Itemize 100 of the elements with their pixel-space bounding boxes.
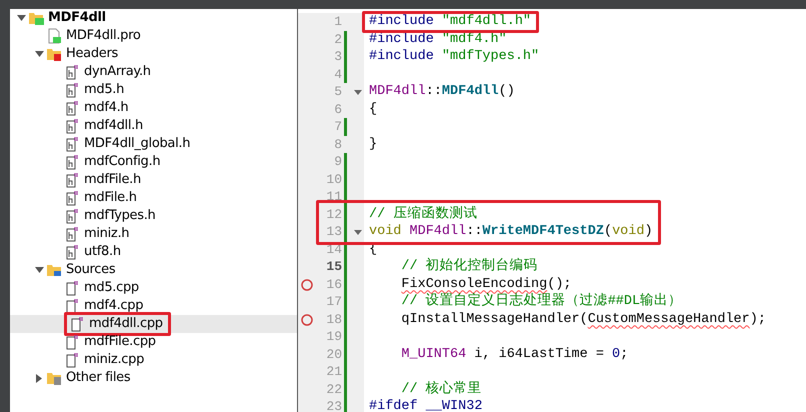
header-file-icon: [64, 172, 80, 188]
tree-item[interactable]: mdf4.h: [10, 99, 297, 117]
tree-label: mdf4.h: [84, 99, 128, 117]
code-line: // 压缩函数测试: [368, 206, 478, 223]
tree-label: MDF4dll_global.h: [84, 135, 190, 153]
tree-item[interactable]: mdfTypes.h: [10, 207, 297, 225]
tree-item[interactable]: miniz.h: [10, 225, 297, 243]
line-number: 1: [333, 13, 342, 31]
folder-icon: [46, 370, 62, 386]
line-number: 21: [325, 363, 342, 381]
code-line: FixConsoleEncoding();: [400, 276, 572, 292]
expand-arrow-icon[interactable]: [34, 51, 44, 57]
header-folder-icon: [46, 46, 62, 62]
code-line: void MDF4dll::WriteMDF4TestDZ(void): [368, 223, 653, 240]
tree-item[interactable]: mdFile.h: [10, 189, 297, 207]
project-folder-icon: [28, 10, 44, 26]
tree-item[interactable]: mdfFile.h: [10, 171, 297, 189]
tree-item[interactable]: mdf4dll.cpp: [10, 315, 297, 333]
line-number: 6: [333, 100, 342, 118]
line-number: 2: [333, 30, 342, 48]
tree-item[interactable]: MDF4dll.pro: [10, 27, 297, 45]
code-line: #ifdef __WIN32: [368, 398, 482, 412]
line-number: 7: [333, 118, 342, 136]
line-number: 14: [325, 240, 342, 258]
line-number: 3: [333, 48, 342, 66]
tree-item[interactable]: miniz.cpp: [10, 351, 297, 369]
expand-arrow-icon[interactable]: [34, 267, 44, 273]
code-line: #include "mdf4.h": [368, 30, 507, 48]
tree-item[interactable]: mdf4dll.h: [10, 117, 297, 135]
code-line: #include "mdfTypes.h": [368, 48, 540, 66]
tree-item[interactable]: mdfFile.cpp: [10, 333, 297, 351]
line-number: 18: [325, 310, 342, 328]
tree-item[interactable]: dynArray.h: [10, 63, 297, 81]
header-file-icon: [64, 82, 80, 98]
tree-label: mdfTypes.h: [84, 207, 156, 225]
source-file-icon: [64, 352, 80, 368]
tree-item[interactable]: utf8.h: [10, 243, 297, 261]
line-number: 10: [325, 170, 342, 188]
line-number: 15: [325, 258, 342, 276]
collapse-arrow-icon[interactable]: [36, 374, 42, 382]
source-file-icon: [64, 298, 80, 314]
code-line: M_UINT64 i, i64LastTime = 0;: [400, 346, 628, 363]
code-line: {: [368, 100, 378, 118]
header-file-icon: [64, 136, 80, 152]
tree-item[interactable]: md5.h: [10, 81, 297, 99]
header-file-icon: [64, 244, 80, 260]
line-number: 17: [325, 293, 342, 311]
tree-item[interactable]: MDF4dll_global.h: [10, 135, 297, 153]
line-number: 4: [333, 66, 342, 84]
source-file-icon: [64, 280, 80, 296]
source-file-icon: [69, 316, 85, 332]
breakpoint-icon[interactable]: [301, 278, 313, 290]
line-number: 19: [325, 328, 342, 346]
project-file-icon: [46, 28, 62, 44]
source-file-icon: [64, 334, 80, 350]
tree-label: mdfFile.h: [84, 171, 141, 189]
header-file-icon: [64, 190, 80, 206]
line-number: 11: [325, 188, 342, 206]
line-number: 16: [325, 276, 342, 294]
header-file-icon: [64, 64, 80, 80]
code-line: // 核心常里: [400, 380, 482, 398]
source-folder-icon: [46, 262, 62, 278]
line-number: 9: [333, 153, 342, 171]
header-file-icon: [64, 100, 80, 116]
tree-label: mdf4dll.cpp: [89, 315, 163, 333]
header-file-icon: [64, 118, 80, 134]
tree-label: mdf4.cpp: [84, 297, 144, 315]
tree-label: md5.cpp: [84, 279, 139, 297]
line-number: 23: [325, 398, 342, 412]
code-line: #include "mdf4dll.h": [368, 13, 532, 30]
tree-label: utf8.h: [84, 243, 121, 261]
tree-label: Sources: [66, 261, 116, 279]
header-file-icon: [64, 226, 80, 242]
tree-label: Other files: [66, 369, 130, 387]
tree-label: mdfFile.cpp: [84, 333, 156, 351]
tree-label: mdFile.h: [84, 189, 137, 207]
breakpoint-icon[interactable]: [301, 314, 313, 326]
tree-label: miniz.h: [84, 225, 130, 243]
code-line: qInstallMessageHandler(CustomMessageHandler);: [400, 310, 766, 328]
tree-label: mdf4dll.h: [84, 117, 143, 135]
expand-arrow-icon[interactable]: [16, 15, 26, 21]
tree-label: miniz.cpp: [84, 351, 144, 369]
tree-item[interactable]: mdf4.cpp: [10, 297, 297, 315]
header-file-icon: [64, 154, 80, 170]
line-number: 13: [325, 223, 342, 241]
line-number: 5: [333, 83, 342, 101]
code-line: // 初始化控制台编码: [400, 258, 538, 276]
header-file-icon: [64, 208, 80, 224]
tree-label: dynArray.h: [84, 63, 151, 81]
line-number: 22: [325, 380, 342, 398]
code-line: // 设置自定义日志处理器（过滤##DL输出）: [400, 293, 682, 310]
line-number: 8: [333, 136, 342, 154]
code-line: MDF4dll::MDF4dll(): [368, 83, 515, 100]
tree-item[interactable]: md5.cpp: [10, 279, 297, 297]
line-number: 12: [325, 206, 342, 224]
tree-item[interactable]: mdfConfig.h: [10, 153, 297, 171]
tree-label: MDF4dll.pro: [66, 27, 141, 45]
tree-label: mdfConfig.h: [84, 153, 160, 171]
code-line: }: [368, 136, 378, 153]
line-number: 20: [325, 346, 342, 364]
